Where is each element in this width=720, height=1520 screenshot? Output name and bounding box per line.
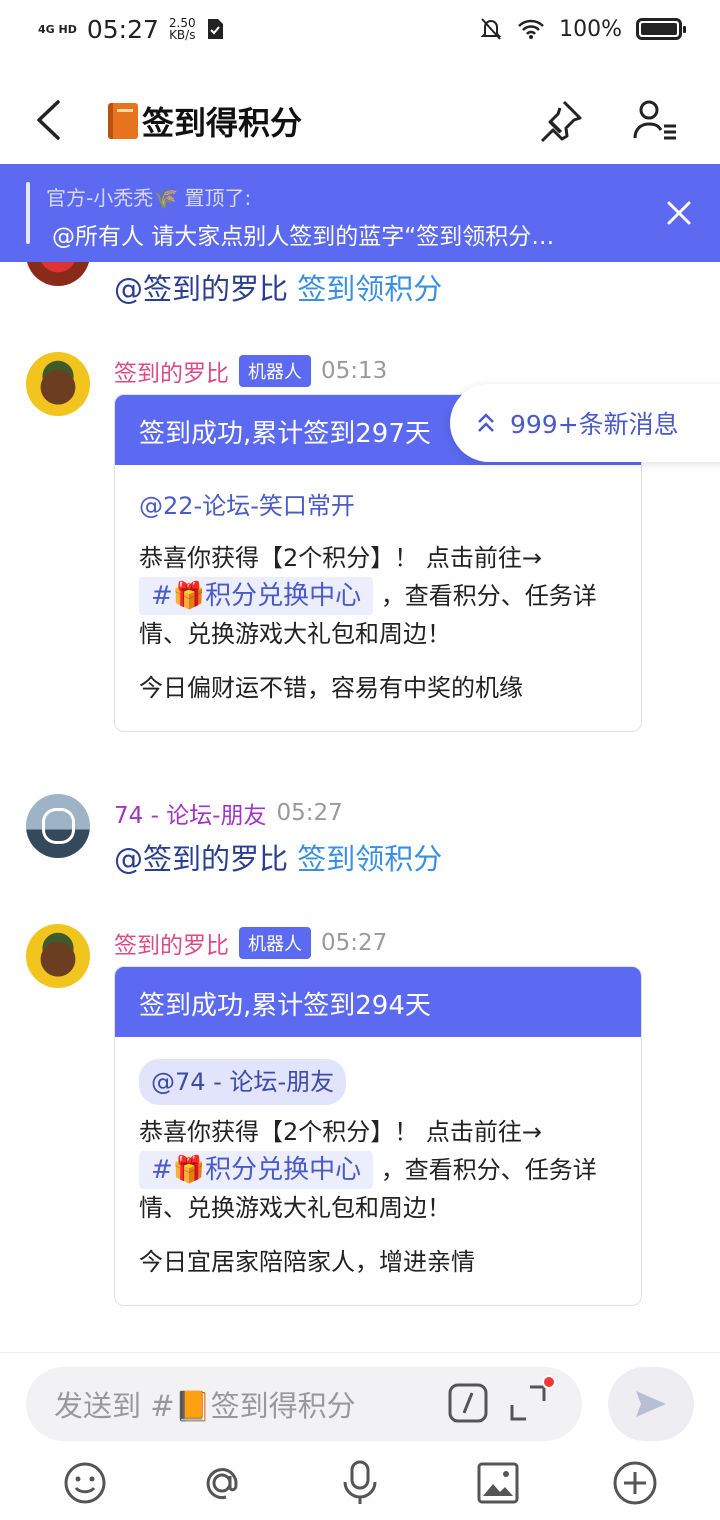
fortune-text: 今日偏财运不错，容易有中奖的机缘 [139,674,523,702]
card-line: 恭喜你获得【2个积分】！ 点击前往→ [139,544,543,572]
status-time: 05:27 [86,14,159,44]
new-messages-button[interactable]: 999+条新消息 [450,384,720,462]
pinned-text: @所有人 请大家点别人签到的蓝字“签到领积分… [52,224,555,250]
composer: 发送到 #📙签到得积分 [0,1352,720,1520]
emoji-icon [64,1462,106,1504]
fortune-text: 今日宜居家陪陪家人，增进亲情 [139,1248,475,1276]
send-icon [636,1391,666,1417]
emoji-button[interactable] [59,1457,111,1509]
battery-percent: 100% [559,16,622,42]
avatar[interactable] [26,352,90,416]
message-time: 05:13 [321,358,388,384]
message-header: 74 - 论坛-朋友 05:27 [114,796,343,830]
mention-link[interactable]: @签到的罗比 [114,272,288,306]
send-button[interactable] [608,1367,694,1441]
battery-icon [636,18,686,40]
net-speed: 2.50 KB/s [169,17,196,41]
card-line: 恭喜你获得【2个积分】！ 点击前往→ [139,1118,543,1146]
pin-button[interactable] [538,98,584,144]
close-icon[interactable] [666,200,692,226]
plus-icon [613,1461,657,1505]
sim-card-icon [207,19,223,39]
channel-link[interactable]: #🎁积分兑换中心 [139,577,374,615]
sender-name[interactable]: 74 - 论坛-朋友 [114,796,267,830]
checkin-card: 签到成功,累计签到294天 @74 - 论坛-朋友 恭喜你获得【2个积分】！ 点… [114,966,642,1306]
avatar[interactable] [26,794,90,858]
at-icon [207,1468,238,1500]
checkin-link[interactable]: 签到领积分 [297,842,442,876]
composer-toolbar [0,1457,720,1509]
input-placeholder: 发送到 #📙签到得积分 [54,1389,356,1423]
sender-name[interactable]: 签到的罗比 [114,926,229,960]
checkin-link[interactable]: 签到领积分 [297,272,442,306]
message-header: 签到的罗比 机器人 05:13 [114,354,387,388]
message-text: @签到的罗比 签到领积分 [114,266,442,308]
channel-title-text: 签到得积分 [142,104,303,142]
bell-muted-icon [480,18,502,40]
mic-icon [343,1460,377,1504]
status-bar: 4G HD 05:27 2.50 KB/s 100% [0,0,720,58]
message-text: @签到的罗比 签到领积分 [114,836,442,878]
chevron-up-double-icon [478,413,494,432]
message-time: 05:27 [276,800,343,826]
channel-link[interactable]: #🎁积分兑换中心 [139,1151,374,1189]
bot-badge: 机器人 [239,927,311,959]
member-list-button[interactable] [632,98,680,144]
more-button[interactable] [609,1457,661,1509]
mention-link[interactable]: @签到的罗比 [114,842,288,876]
avatar[interactable] [26,924,90,988]
back-arrow-icon [37,100,60,140]
channel-title: 签到得积分 [108,98,302,144]
message-header: 签到的罗比 机器人 05:27 [114,926,387,960]
card-mention[interactable]: @74 - 论坛-朋友 [139,1059,347,1105]
image-icon [477,1462,519,1504]
mention-button[interactable] [196,1457,248,1509]
image-button[interactable] [472,1457,524,1509]
card-mention[interactable]: @22-论坛-笑口常开 [139,487,617,525]
book-icon [108,103,138,139]
wifi-icon [518,19,544,39]
net-speed-unit: KB/s [169,28,196,42]
sender-name[interactable]: 签到的罗比 [114,354,229,388]
card-title: 签到成功,累计签到294天 [115,967,641,1037]
channel-header: 签到得积分 [0,72,720,168]
pin-icon [540,100,582,143]
expand-button[interactable] [508,1375,556,1427]
member-list-icon [633,100,676,140]
pinned-message-banner[interactable]: 官方-小秃秃🌾 置顶了: @所有人 请大家点别人签到的蓝字“签到领积分… [0,164,720,262]
pinned-accent-bar [26,182,30,244]
voice-button[interactable] [334,1457,386,1509]
avatar[interactable] [26,262,90,286]
bot-badge: 机器人 [239,355,311,387]
pinned-meta: 官方-小秃秃🌾 置顶了: [46,186,252,210]
slash-command-icon[interactable] [448,1383,488,1423]
expand-icon [510,1385,546,1421]
notification-dot [542,1375,556,1389]
back-button[interactable] [28,96,68,144]
message-time: 05:27 [321,930,388,956]
network-signal: 4G HD [38,22,77,36]
new-messages-label: 999+条新消息 [510,410,679,439]
